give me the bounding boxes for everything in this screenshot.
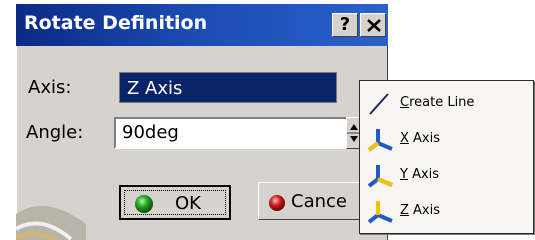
menu-item-y-axis[interactable]: Y Axis	[364, 159, 529, 193]
red-ball-icon	[269, 195, 285, 211]
close-icon	[367, 19, 381, 32]
menu-item-label: Create Line	[400, 95, 475, 110]
menu-item-x-axis[interactable]: X Axis	[364, 123, 529, 157]
menu-item-label: Z Axis	[400, 203, 441, 218]
decorative-swirl-icon	[16, 206, 86, 240]
axis-label: Axis:	[28, 77, 72, 98]
dialog-title: Rotate Definition	[24, 12, 208, 34]
menu-item-z-axis[interactable]: Z Axis	[364, 195, 529, 229]
menu-item-create-line[interactable]: Create Line	[364, 87, 529, 121]
angle-field[interactable]: 90deg	[114, 117, 350, 149]
angle-label: Angle:	[26, 122, 84, 143]
line-icon	[369, 93, 389, 115]
axis-field[interactable]: Z Axis	[119, 72, 337, 103]
cancel-label: Cance	[291, 191, 347, 212]
axis-icon	[367, 165, 393, 188]
menu-item-label: Y Axis	[400, 167, 440, 182]
rotate-definition-dialog: Rotate Definition ? Axis: Z Axis Angle: …	[16, 4, 388, 240]
close-button[interactable]	[360, 13, 386, 37]
ok-label: OK	[175, 193, 201, 214]
menu-item-label: X Axis	[400, 131, 441, 146]
ok-button[interactable]: OK	[119, 185, 231, 220]
axis-icon	[367, 129, 393, 152]
green-ball-icon	[135, 195, 153, 213]
axis-icon	[367, 201, 393, 224]
title-bar[interactable]: Rotate Definition ?	[16, 4, 388, 46]
axis-context-menu: Create Line X Axis Y Axis Z Axis	[359, 80, 534, 234]
help-button[interactable]: ?	[332, 13, 358, 37]
